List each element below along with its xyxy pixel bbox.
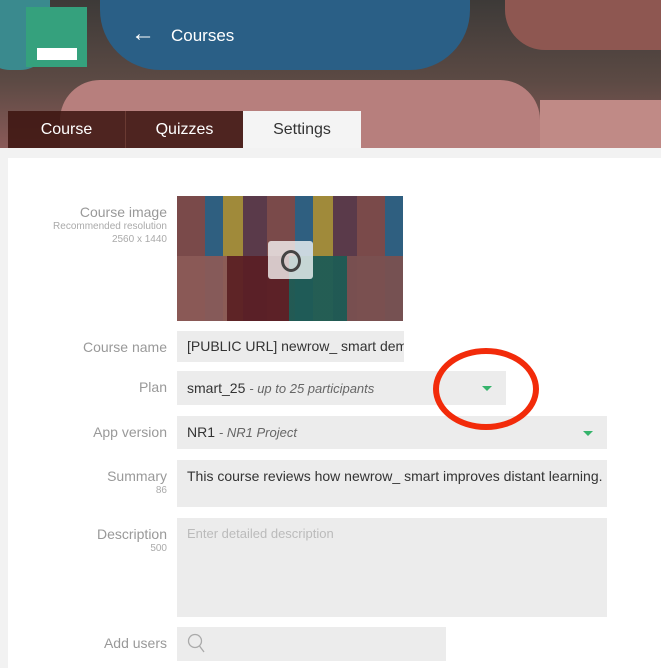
add-users-input[interactable] bbox=[177, 627, 446, 661]
app-version-label: App version bbox=[93, 424, 167, 440]
add-users-label: Add users bbox=[103, 635, 167, 651]
description-input[interactable]: Enter detailed description bbox=[177, 518, 607, 617]
app-logo[interactable] bbox=[26, 7, 87, 67]
summary-input[interactable]: This course reviews how newrow_ smart im… bbox=[177, 460, 607, 507]
search-icon bbox=[187, 633, 205, 653]
camera-icon bbox=[268, 241, 313, 279]
tab-settings[interactable]: Settings bbox=[243, 111, 361, 148]
tab-quizzes[interactable]: Quizzes bbox=[126, 111, 244, 148]
description-label: Description 500 bbox=[96, 526, 167, 554]
course-image-upload[interactable] bbox=[177, 196, 403, 321]
chevron-down-icon bbox=[583, 431, 593, 436]
app-version-select[interactable]: NR1 - NR1 Project bbox=[177, 416, 607, 449]
tab-course[interactable]: Course bbox=[8, 111, 126, 148]
plan-label: Plan bbox=[138, 379, 167, 395]
course-image-label: Course image Recommended resolution 2560… bbox=[53, 204, 167, 245]
course-name-label: Course name bbox=[82, 339, 167, 355]
arrow-left-icon[interactable]: ← bbox=[131, 22, 155, 46]
page-title: Courses bbox=[171, 26, 235, 45]
summary-label: Summary 86 bbox=[107, 468, 167, 496]
annotation-circle bbox=[433, 348, 539, 430]
course-name-input[interactable]: [PUBLIC URL] newrow_ smart demo bbox=[177, 331, 404, 362]
